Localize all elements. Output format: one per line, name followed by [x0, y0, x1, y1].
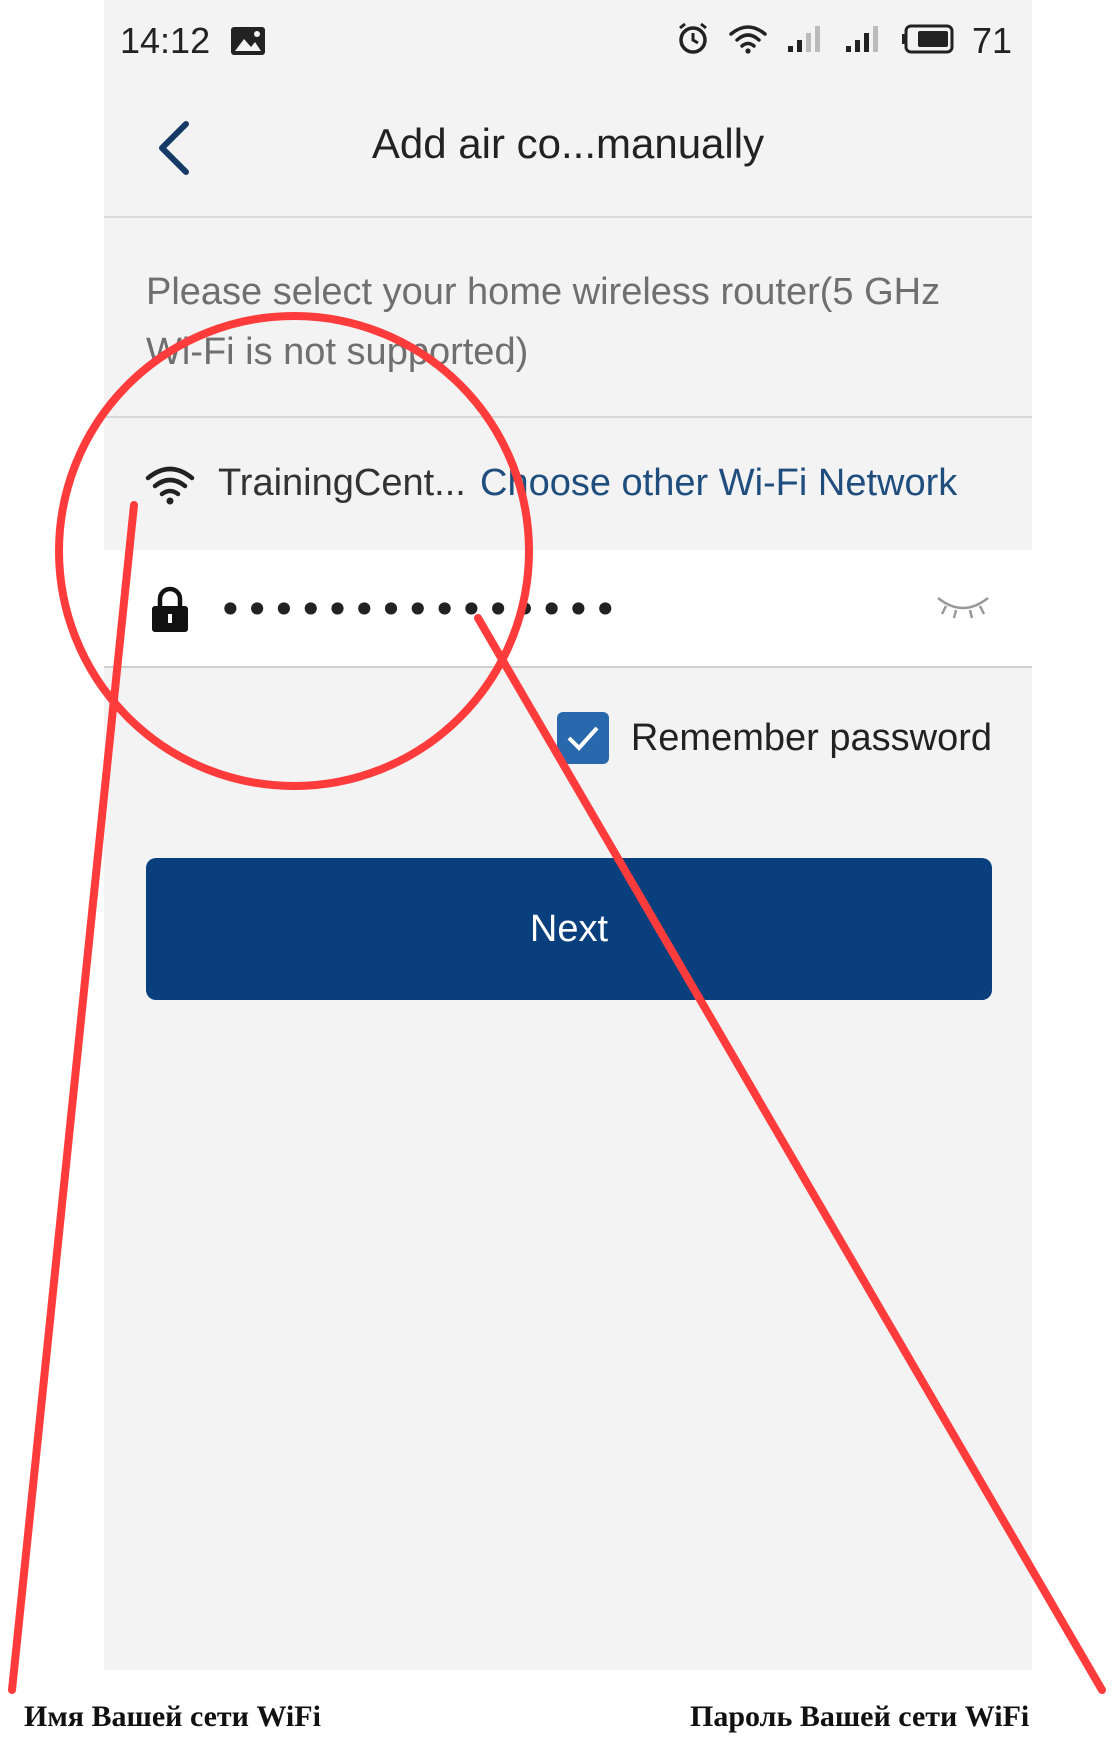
signal-icon [786, 24, 826, 59]
battery-icon [901, 24, 954, 59]
signal-icon [844, 24, 884, 59]
remember-password-toggle[interactable]: Remember password [556, 712, 992, 764]
lock-icon [150, 586, 190, 639]
checkmark-icon [567, 726, 599, 751]
app-header: Add air co...manually [104, 84, 1032, 218]
wifi-icon [144, 464, 196, 511]
password-row [104, 550, 1032, 668]
remember-checkbox[interactable] [556, 712, 609, 764]
status-bar: 14:12 71 [104, 0, 1032, 84]
battery-level: 71 [971, 20, 1012, 61]
caption-wifi-password: Пароль Вашей сети WiFi [690, 1700, 1030, 1733]
page-title: Add air co...manually [371, 120, 765, 167]
image-icon [230, 26, 266, 61]
phone-screen: 14:12 71 Add air co...manually Please se… [104, 0, 1032, 1670]
password-input[interactable] [216, 580, 860, 638]
wifi-status-icon [728, 23, 768, 60]
eye-closed-icon[interactable] [934, 590, 992, 627]
instruction-text: Please select your home wireless router(… [146, 271, 941, 373]
chevron-left-icon [159, 121, 189, 175]
status-time: 14:12 [120, 20, 211, 61]
caption-wifi-name: Имя Вашей сети WiFi [24, 1700, 321, 1733]
choose-other-network-link[interactable]: Choose other Wi-Fi Network [480, 462, 957, 505]
status-icons: 71 [676, 20, 1012, 62]
wifi-ssid: TrainingCent... [218, 462, 466, 504]
remember-password-label: Remember password [630, 716, 992, 759]
wifi-network-row: TrainingCent... Choose other Wi-Fi Netwo… [104, 416, 1032, 552]
back-button[interactable] [134, 108, 214, 188]
alarm-icon [676, 22, 710, 61]
next-button[interactable]: Next [146, 858, 992, 1000]
